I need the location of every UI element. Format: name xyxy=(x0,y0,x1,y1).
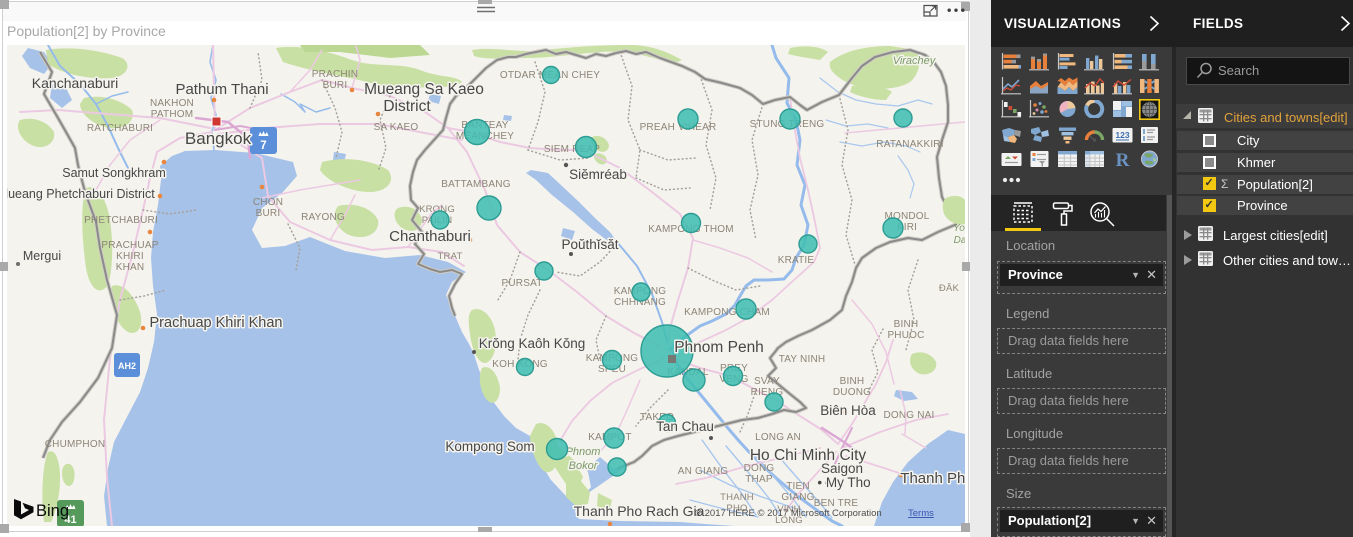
svg-text:BURI: BURI xyxy=(256,208,281,219)
svg-text:Yo: Yo xyxy=(953,223,965,234)
svg-text:BINH: BINH xyxy=(840,376,865,387)
svg-text:AN GIANG: AN GIANG xyxy=(678,466,729,477)
svg-text:PREAH VIHEAR: PREAH VIHEAR xyxy=(640,122,717,133)
svg-text:Phnom Penh: Phnom Penh xyxy=(674,339,764,356)
svg-text:Terms: Terms xyxy=(908,508,934,519)
svg-text:BINH: BINH xyxy=(894,319,919,330)
svg-text:Thanh Pho: Thanh Pho xyxy=(900,470,965,487)
svg-text:CHON: CHON xyxy=(253,197,283,208)
svg-text:Phnom: Phnom xyxy=(566,446,601,458)
svg-text:DONG NAI: DONG NAI xyxy=(883,410,934,421)
svg-text:Tan Chau: Tan Chau xyxy=(656,419,714,434)
svg-text:KAMPONG CHAM: KAMPONG CHAM xyxy=(684,307,770,318)
svg-text:RAYONG: RAYONG xyxy=(301,212,345,223)
svg-text:RATANAKKIRI: RATANAKKIRI xyxy=(876,139,943,150)
svg-text:Bokor: Bokor xyxy=(569,460,599,472)
svg-text:Biên Hòa: Biên Hòa xyxy=(820,403,876,418)
svg-text:Poŭthĭsăt: Poŭthĭsăt xyxy=(561,237,618,252)
svg-text:PHETCHABURI: PHETCHABURI xyxy=(84,215,158,226)
svg-text:R: R xyxy=(1116,150,1130,168)
svg-text:SVAY: SVAY xyxy=(754,376,780,387)
svg-text:NAKHON: NAKHON xyxy=(150,98,194,109)
svg-text:THAP: THAP xyxy=(745,474,773,485)
svg-text:• My Tho: • My Tho xyxy=(817,475,870,490)
svg-text:Virachey: Virachey xyxy=(893,55,937,67)
svg-text:PATHOM: PATHOM xyxy=(151,109,194,120)
svg-text:DUONG: DUONG xyxy=(833,387,871,398)
svg-text:PHUOC: PHUOC xyxy=(887,330,924,341)
svg-text:BATTAMBANG: BATTAMBANG xyxy=(441,179,510,190)
svg-text:CHUMPHON: CHUMPHON xyxy=(45,439,106,450)
svg-text:Kompong Som: Kompong Som xyxy=(445,439,534,454)
svg-text:GIANG: GIANG xyxy=(781,492,814,503)
svg-text:Samut Songkhram: Samut Songkhram xyxy=(62,166,166,180)
svg-text:Bangkok: Bangkok xyxy=(185,129,252,148)
svg-text:TRAT: TRAT xyxy=(438,251,463,262)
svg-text:Kanchanaburi: Kanchanaburi xyxy=(32,75,118,91)
svg-text:KHAN: KHAN xyxy=(116,262,145,273)
svg-text:Chanthaburi: Chanthaburi xyxy=(389,228,471,245)
svg-text:TAY NINH: TAY NINH xyxy=(779,354,826,365)
svg-text:District: District xyxy=(383,98,431,115)
svg-text:RATCHABURI: RATCHABURI xyxy=(87,123,153,134)
svg-text:123: 123 xyxy=(1115,130,1129,140)
svg-text:Saigon: Saigon xyxy=(821,461,863,476)
svg-text:PRACHUAP: PRACHUAP xyxy=(101,240,158,251)
svg-text:SA KAEO: SA KAEO xyxy=(374,122,419,133)
svg-text:Mueang Sa Kaeo: Mueang Sa Kaeo xyxy=(364,81,484,98)
svg-text:lueang Phetchaburi District: lueang Phetchaburi District xyxy=(7,187,155,201)
svg-text:Siĕmréab: Siĕmréab xyxy=(569,167,627,182)
svg-text:ĐĂK: ĐĂK xyxy=(939,283,960,294)
svg-text:TIEN: TIEN xyxy=(786,481,810,492)
svg-text:KHIRI: KHIRI xyxy=(116,251,144,262)
svg-text:PRACHIN: PRACHIN xyxy=(312,69,358,80)
svg-text:Krŏng Kaôh Kŏng: Krŏng Kaôh Kŏng xyxy=(479,336,586,351)
svg-text:Pathum Thani: Pathum Thani xyxy=(175,81,268,98)
svg-text:BURI: BURI xyxy=(323,80,348,91)
svg-text:PURSAT: PURSAT xyxy=(501,278,542,289)
svg-text:Bing: Bing xyxy=(36,502,69,520)
svg-text:AH2: AH2 xyxy=(118,361,136,371)
svg-text:Thanh Pho Rach Gia: Thanh Pho Rach Gia xyxy=(574,503,705,519)
svg-text:Mergui: Mergui xyxy=(23,249,61,263)
svg-text:7: 7 xyxy=(260,140,266,152)
svg-text:© 2017 HERE © 2017 Microsoft C: © 2017 HERE © 2017 Microsoft Corporation xyxy=(695,508,882,519)
svg-text:THANH: THANH xyxy=(720,492,754,503)
svg-text:Da: Da xyxy=(954,235,965,246)
svg-text:Prachuap Khiri Khan: Prachuap Khiri Khan xyxy=(150,315,283,331)
svg-text:DONG: DONG xyxy=(744,463,775,474)
svg-text:LONG AN: LONG AN xyxy=(755,432,801,443)
svg-text:KRATIE: KRATIE xyxy=(778,255,815,266)
